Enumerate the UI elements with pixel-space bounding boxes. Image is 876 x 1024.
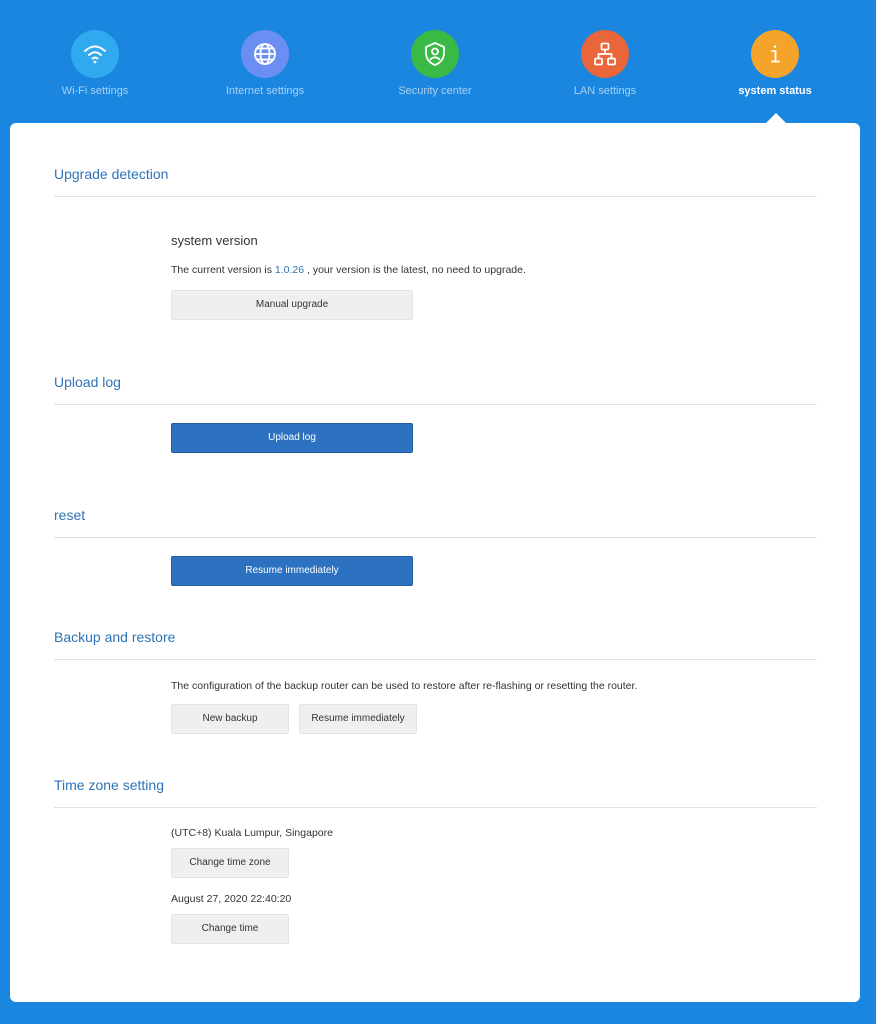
- active-tab-pointer: [766, 113, 786, 123]
- nav-label-security: Security center: [398, 85, 472, 97]
- section-title-upgrade: Upgrade detection: [54, 166, 169, 182]
- new-backup-button[interactable]: New backup: [171, 704, 289, 734]
- top-navigation: Wi-Fi settings Internet settings Securit…: [0, 0, 876, 123]
- version-text-before: The current version is: [171, 264, 275, 276]
- content-panel: Upgrade detection system version The cur…: [10, 123, 860, 1002]
- nav-label-wifi: Wi-Fi settings: [61, 85, 129, 97]
- nav-system-status[interactable]: system status: [705, 30, 845, 97]
- system-version-label: system version: [171, 233, 258, 248]
- restore-resume-button[interactable]: Resume immediately: [299, 704, 417, 734]
- shield-user-icon: [411, 30, 459, 78]
- wifi-icon: [71, 30, 119, 78]
- network-icon: [581, 30, 629, 78]
- nav-label-system-status: system status: [738, 85, 812, 97]
- info-icon: [751, 30, 799, 78]
- section-divider: [54, 807, 817, 808]
- nav-internet-settings[interactable]: Internet settings: [195, 30, 335, 97]
- globe-icon: [241, 30, 289, 78]
- section-title-upload-log: Upload log: [54, 374, 121, 390]
- change-time-button[interactable]: Change time: [171, 914, 289, 944]
- nav-label-lan: LAN settings: [573, 85, 637, 97]
- version-status-text: The current version is 1.0.26 , your ver…: [171, 264, 526, 276]
- version-number: 1.0.26: [274, 264, 305, 276]
- section-title-timezone: Time zone setting: [54, 777, 164, 793]
- nav-security-center[interactable]: Security center: [365, 30, 505, 97]
- reset-resume-button[interactable]: Resume immediately: [171, 556, 413, 586]
- version-text-after: , your version is the latest, no need to…: [304, 264, 526, 276]
- section-divider: [54, 196, 817, 197]
- section-divider: [54, 404, 817, 405]
- manual-upgrade-button[interactable]: Manual upgrade: [171, 290, 413, 320]
- section-divider: [54, 659, 817, 660]
- nav-wifi-settings[interactable]: Wi-Fi settings: [25, 30, 165, 97]
- backup-description: The configuration of the backup router c…: [171, 680, 638, 692]
- upload-log-button[interactable]: Upload log: [171, 423, 413, 453]
- change-timezone-button[interactable]: Change time zone: [171, 848, 289, 878]
- nav-lan-settings[interactable]: LAN settings: [535, 30, 675, 97]
- section-divider: [54, 537, 817, 538]
- section-title-reset: reset: [54, 507, 86, 523]
- section-title-backup: Backup and restore: [54, 629, 176, 645]
- nav-label-internet: Internet settings: [225, 85, 305, 97]
- current-timezone-text: (UTC+8) Kuala Lumpur, Singapore: [171, 827, 333, 839]
- current-datetime-text: August 27, 2020 22:40:20: [171, 893, 292, 905]
